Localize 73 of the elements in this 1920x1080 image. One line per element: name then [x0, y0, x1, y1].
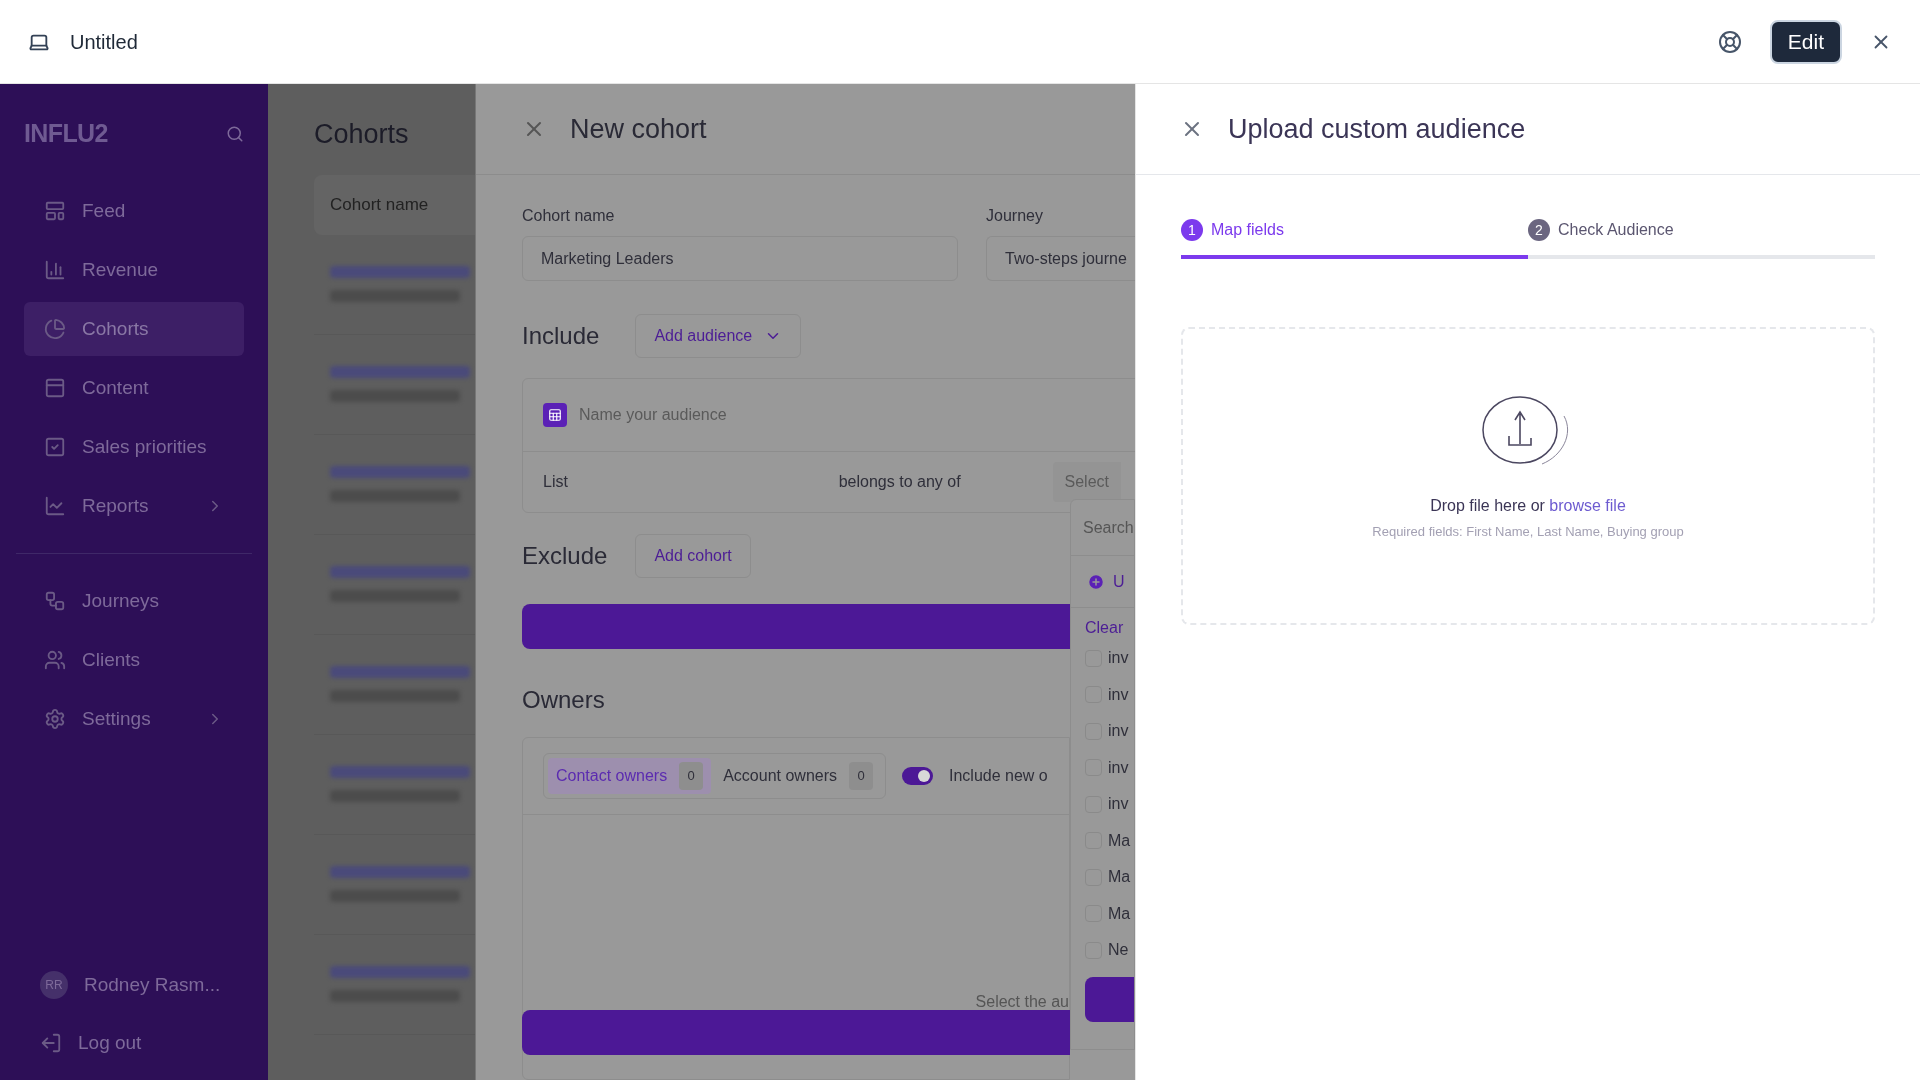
- step-tab[interactable]: 1 Map fields: [1181, 213, 1528, 259]
- search-icon[interactable]: [226, 125, 244, 143]
- rule-field: List: [543, 470, 839, 494]
- upload-option[interactable]: U: [1071, 556, 1134, 608]
- column-header: Cohort name: [330, 193, 429, 216]
- edit-button[interactable]: Edit: [1769, 19, 1842, 64]
- user-name: Rodney Rasm...: [84, 972, 221, 997]
- clear-all-link[interactable]: Clear: [1071, 616, 1134, 640]
- layout-icon: [44, 200, 66, 222]
- sidebar-item[interactable]: Sales priorities: [24, 420, 244, 474]
- step-tab[interactable]: 2 Check Audience: [1528, 213, 1875, 259]
- logout-item[interactable]: Log out: [0, 1014, 268, 1072]
- option-label: Ne: [1108, 940, 1129, 961]
- sidebar-item[interactable]: Revenue: [24, 243, 244, 297]
- sidebar-item[interactable]: Cohorts: [24, 302, 244, 356]
- owners-tab[interactable]: Contact owners 0: [548, 758, 712, 794]
- page-title: Cohorts: [314, 118, 410, 151]
- panel-title: Upload custom audience: [1228, 112, 1526, 146]
- option-label: Ma: [1108, 867, 1131, 888]
- settings-icon: [44, 708, 66, 730]
- plus-circle-icon: [1087, 572, 1105, 591]
- toggle-switch[interactable]: [902, 767, 933, 785]
- owners-tab[interactable]: Account owners 0: [715, 758, 881, 794]
- step-number: 2: [1528, 219, 1550, 241]
- checkbox-icon: [44, 436, 66, 458]
- logout-icon: [40, 1032, 62, 1054]
- section-title: Owners: [522, 685, 606, 715]
- user-avatar: RR: [40, 971, 68, 999]
- add-cohort-button[interactable]: Add cohort: [635, 534, 751, 578]
- required-fields-text: Required fields: First Name, Last Name, Buying group: [1372, 523, 1684, 542]
- panel-title: New cohort: [570, 112, 707, 146]
- owners-hint: Select the au: [975, 994, 1069, 1010]
- option-label: inv: [1108, 684, 1129, 705]
- add-audience-button[interactable]: Add audience: [635, 314, 802, 358]
- sidebar-item[interactable]: Reports: [24, 479, 244, 533]
- sidebar-item[interactable]: Feed: [24, 184, 244, 238]
- sidebar-item[interactable]: Journeys: [24, 574, 244, 628]
- dropzone-text: Drop file here or browse file: [1430, 496, 1626, 517]
- option-label: inv: [1108, 648, 1129, 669]
- bar-chart-icon: [44, 259, 66, 281]
- panel-icon: [44, 377, 66, 399]
- cohort-name-input[interactable]: Marketing Leaders: [522, 236, 958, 281]
- count-badge: 0: [849, 762, 873, 790]
- help-icon[interactable]: [1717, 29, 1742, 54]
- line-chart-icon: [44, 495, 66, 517]
- rule-value-select[interactable]: Select: [1052, 462, 1121, 502]
- step-number: 1: [1181, 219, 1203, 241]
- toggle-label: Include new o: [949, 766, 1048, 786]
- logo: INFLU2: [24, 118, 108, 150]
- section-title: Exclude: [522, 541, 608, 571]
- dropdown-button[interactable]: [1085, 976, 1134, 1022]
- table-icon: [543, 403, 567, 427]
- rule-operator: belongs to any of: [838, 472, 962, 492]
- option-label: inv: [1108, 721, 1129, 742]
- audience-name-placeholder[interactable]: Name your audience: [579, 403, 727, 427]
- users-icon: [44, 649, 66, 671]
- option-label: inv: [1108, 794, 1129, 815]
- browse-file-link[interactable]: browse file: [1549, 497, 1626, 515]
- search-field[interactable]: Search: [1071, 500, 1134, 556]
- option-label: Ma: [1108, 830, 1131, 851]
- sidebar-item[interactable]: Settings: [24, 692, 244, 746]
- section-title: Include: [522, 321, 600, 351]
- field-label: Journey: [986, 206, 1044, 226]
- field-label: Cohort name: [522, 206, 616, 226]
- sidebar-item[interactable]: Clients: [24, 633, 244, 687]
- count-badge: 0: [679, 762, 704, 790]
- option-label: Ma: [1108, 903, 1131, 924]
- option-label: inv: [1108, 757, 1129, 778]
- sidebar-item[interactable]: Content: [24, 361, 244, 415]
- pie-chart-icon: [44, 318, 66, 340]
- dropzone[interactable]: Drop file here or browse file Required fields: First Name, Last Name, Buying group: [1181, 327, 1875, 625]
- window-title: Untitled: [70, 29, 138, 55]
- workflow-icon: [44, 590, 66, 612]
